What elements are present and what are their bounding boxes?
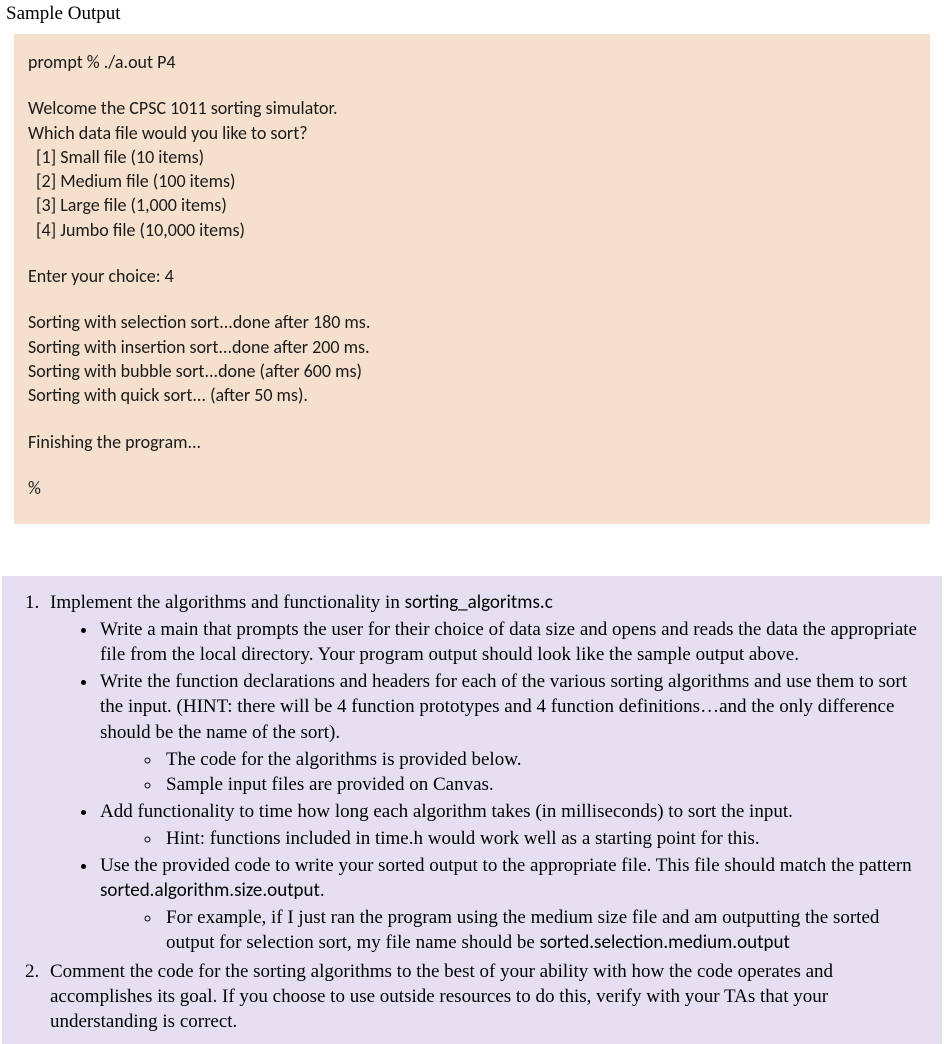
instr-1-bullet-3-text: Add functionality to time how long each … [100,801,793,822]
instr-1-bullet-2-sub-2: Sample input files are provided on Canva… [162,772,922,797]
instr-1-bullet-4-sub-1-example: sorted.selection.medium.output [540,931,790,954]
insertion-sort-line: Sorting with insertion sort...done after… [28,335,916,359]
option-2: [2] Medium file (100 items) [28,169,916,193]
finish-line: Finishing the program... [28,430,916,454]
choice-line: Enter your choice: 4 [28,264,916,288]
option-1: [1] Small file (10 items) [28,145,916,169]
question-line: Which data file would you like to sort? [28,121,916,145]
quick-sort-line: Sorting with quick sort... (after 50 ms)… [28,383,916,407]
instr-1-bullet-4-dot: . [320,880,325,901]
sample-output-box: prompt % ./a.out P4 Welcome the CPSC 101… [14,34,930,524]
instr-1-bullet-2-sub-1: The code for the algorithms is provided … [162,747,922,772]
instr-1-bullet-4-pattern: sorted.algorithm.size.output [100,879,320,902]
instr-1-bullet-2: Write the function declarations and head… [98,669,922,796]
instr-1-bullet-1: Write a main that prompts the user for t… [98,617,922,667]
instr-1-bullet-4: Use the provided code to write your sort… [98,853,922,955]
instructions-list: Implement the algorithms and functionali… [10,590,922,1034]
instr-1-bullet-2-text: Write the function declarations and head… [100,671,907,742]
instr-1-bullet-4-sub-1: For example, if I just ran the program u… [162,905,922,955]
bubble-sort-line: Sorting with bubble sort...done (after 6… [28,359,916,383]
instr-1-lead: Implement the algorithms and functionali… [50,592,405,613]
instruction-1: Implement the algorithms and functionali… [44,590,922,955]
end-prompt: % [28,476,916,500]
instruction-2: Comment the code for the sorting algorit… [44,959,922,1034]
page-title: Sample Output [0,0,944,28]
welcome-line: Welcome the CPSC 1011 sorting simulator. [28,96,916,120]
selection-sort-line: Sorting with selection sort...done after… [28,310,916,334]
instr-1-bullet-3-sub-1: Hint: functions included in time.h would… [162,826,922,851]
option-3: [3] Large file (1,000 items) [28,193,916,217]
option-4: [4] Jumbo file (10,000 items) [28,218,916,242]
instr-2-text: Comment the code for the sorting algorit… [50,961,833,1032]
instructions-box: Implement the algorithms and functionali… [2,576,942,1044]
instr-1-filename: sorting_algoritms.c [405,591,553,614]
instr-1-bullet-4-lead: Use the provided code to write your sort… [100,855,912,876]
terminal-prompt-line: prompt % ./a.out P4 [28,50,916,74]
instr-1-bullet-3: Add functionality to time how long each … [98,799,922,851]
